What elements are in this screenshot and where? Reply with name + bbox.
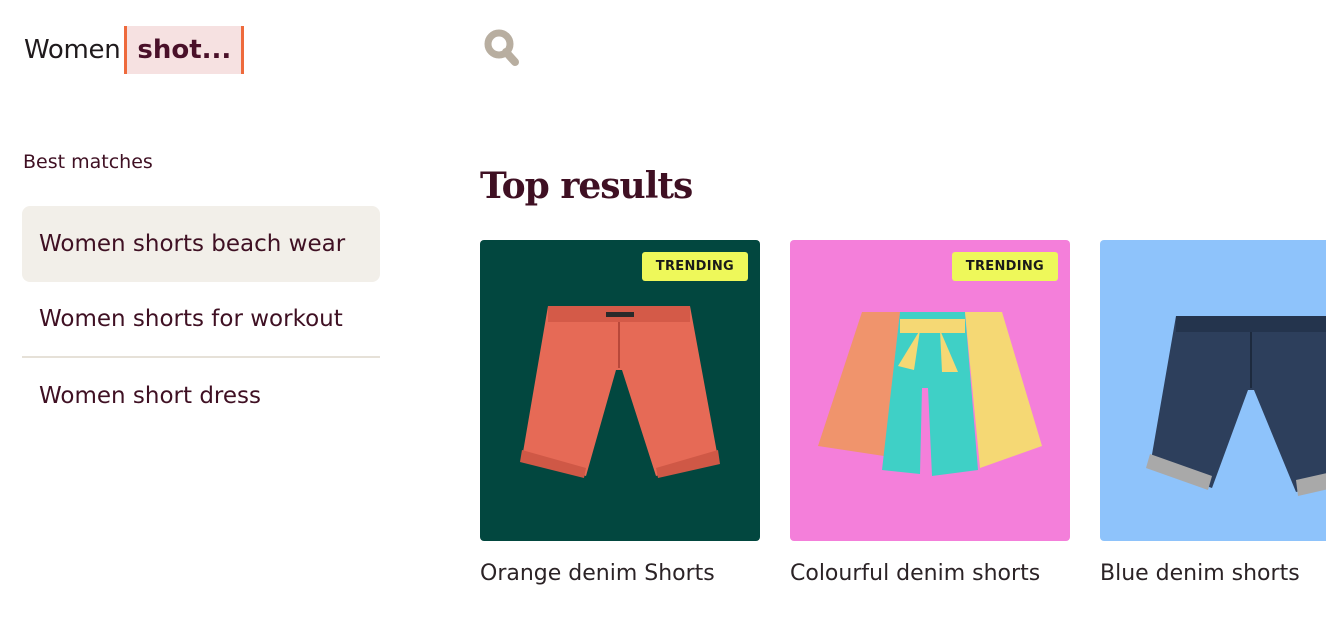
query-highlight[interactable]: shot...	[124, 26, 245, 74]
trending-badge: TRENDING	[641, 252, 748, 281]
product-card[interactable]: TRENDING Colourful denim shorts	[790, 240, 1070, 586]
search-icon[interactable]	[482, 27, 522, 67]
product-name[interactable]: Colourful denim shorts	[790, 561, 1070, 586]
product-name[interactable]: Blue denim shorts	[1100, 561, 1326, 586]
blue-shorts-image	[1146, 316, 1326, 496]
product-name[interactable]: Orange denim Shorts	[480, 561, 760, 586]
product-image[interactable]: TRENDING	[480, 240, 760, 541]
suggestion-item[interactable]: Women short dress	[22, 358, 380, 434]
product-image[interactable]: TRENDING	[790, 240, 1070, 541]
product-image[interactable]	[1100, 240, 1326, 541]
product-card[interactable]: Blue denim shorts	[1100, 240, 1326, 586]
top-results-title: Top results	[480, 165, 693, 207]
orange-shorts-image	[520, 306, 720, 478]
query-text: Women	[24, 35, 121, 65]
search-query[interactable]: Women shot...	[24, 24, 245, 76]
product-card[interactable]: TRENDING Orange denim Shorts	[480, 240, 760, 586]
suggestion-item[interactable]: Women shorts for workout	[22, 282, 380, 358]
trending-badge: TRENDING	[951, 252, 1058, 281]
suggestion-item[interactable]: Women shorts beach wear	[22, 206, 380, 282]
suggestion-label: Women shorts beach wear	[39, 231, 346, 257]
suggestion-label: Women short dress	[39, 383, 261, 409]
suggestion-list: Women shorts beach wear Women shorts for…	[22, 206, 380, 434]
best-matches-label: Best matches	[23, 151, 153, 173]
colourful-shorts-image	[818, 312, 1042, 476]
suggestion-label: Women shorts for workout	[39, 306, 343, 332]
